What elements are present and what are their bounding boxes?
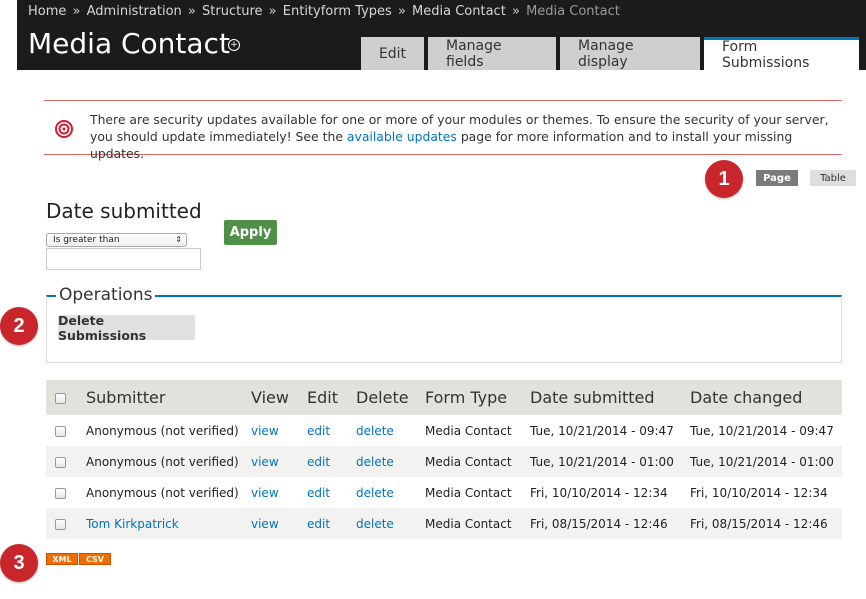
table-view-button[interactable]: Table — [810, 170, 856, 186]
breadcrumb-entityform-types[interactable]: Entityform Types — [283, 4, 392, 19]
breadcrumb-separator: » — [397, 4, 406, 19]
breadcrumb-home[interactable]: Home — [28, 4, 66, 19]
breadcrumb-separator: » — [72, 4, 81, 19]
submitter-cell: Anonymous (not verified) — [86, 485, 239, 500]
row-checkbox[interactable] — [55, 425, 66, 437]
annotation-badge-3: 3 — [0, 544, 38, 582]
delete-submissions-button[interactable]: Delete Submissions — [58, 313, 195, 343]
form-type-cell: Media Contact — [425, 516, 512, 531]
column-header-form-type[interactable]: Form Type — [425, 380, 530, 415]
edit-link[interactable]: edit — [307, 424, 330, 438]
operations-legend: Operations — [56, 285, 156, 305]
select-all-checkbox[interactable] — [55, 393, 66, 404]
operator-select-value: Is greater than — [53, 235, 120, 245]
select-arrows-icon: ⇕ — [175, 235, 182, 244]
breadcrumb-media-contact[interactable]: Media Contact — [412, 4, 506, 19]
table-row: Tom Kirkpatrick view edit delete Media C… — [46, 508, 842, 539]
date-submitted-cell: Tue, 10/21/2014 - 09:47 — [530, 423, 674, 438]
submissions-table: Submitter View Edit Delete Form Type Dat… — [46, 380, 842, 539]
row-select-cell — [46, 415, 86, 446]
breadcrumb-current: Media Contact — [526, 4, 620, 19]
operator-select[interactable]: Is greater than ⇕ — [46, 233, 187, 247]
page-view-button[interactable]: Page — [756, 170, 798, 186]
table-row: Anonymous (not verified) view edit delet… — [46, 415, 842, 446]
tab-manage-fields[interactable]: Manage fields — [428, 37, 556, 70]
column-header-view: View — [251, 388, 289, 407]
plus-circle-icon[interactable]: + — [228, 39, 240, 51]
warning-icon — [55, 120, 73, 138]
date-changed-cell: Fri, 08/15/2014 - 12:46 — [690, 516, 828, 531]
form-type-cell: Media Contact — [425, 454, 512, 469]
table-row: Anonymous (not verified) view edit delet… — [46, 446, 842, 477]
view-link[interactable]: view — [251, 424, 279, 438]
row-select-cell — [46, 508, 86, 539]
date-changed-cell: Tue, 10/21/2014 - 01:00 — [690, 454, 834, 469]
table-header-row: Submitter View Edit Delete Form Type Dat… — [46, 380, 842, 415]
row-checkbox[interactable] — [55, 487, 66, 499]
breadcrumb: Home » Administration » Structure » Enti… — [28, 4, 620, 19]
filter-label: Date submitted — [46, 199, 202, 223]
column-header-edit: Edit — [307, 388, 338, 407]
date-submitted-cell: Fri, 08/15/2014 - 12:46 — [530, 516, 668, 531]
submitter-cell: Anonymous (not verified) — [86, 454, 239, 469]
apply-button[interactable]: Apply — [224, 220, 277, 245]
date-submitted-cell: Tue, 10/21/2014 - 01:00 — [530, 454, 674, 469]
breadcrumb-separator: » — [268, 4, 277, 19]
table-row: Anonymous (not verified) view edit delet… — [46, 477, 842, 508]
breadcrumb-structure[interactable]: Structure — [202, 4, 262, 19]
breadcrumb-separator: » — [187, 4, 196, 19]
row-checkbox[interactable] — [55, 456, 66, 468]
admin-header: Home » Administration » Structure » Enti… — [17, 0, 866, 71]
delete-link[interactable]: delete — [356, 486, 394, 500]
feed-icons: XML CSV — [46, 553, 111, 565]
row-select-cell — [46, 446, 86, 477]
available-updates-link[interactable]: available updates — [347, 129, 457, 144]
column-header-delete: Delete — [356, 388, 409, 407]
date-changed-cell: Tue, 10/21/2014 - 09:47 — [690, 423, 834, 438]
form-type-cell: Media Contact — [425, 485, 512, 500]
row-select-cell — [46, 477, 86, 508]
date-value-input[interactable] — [46, 248, 201, 270]
tab-manage-display[interactable]: Manage display — [560, 37, 700, 70]
submitter-link[interactable]: Tom Kirkpatrick — [86, 517, 179, 531]
form-type-cell: Media Contact — [425, 423, 512, 438]
delete-link[interactable]: delete — [356, 517, 394, 531]
message-text: There are security updates available for… — [90, 111, 830, 162]
page-title: Media Contact — [28, 27, 230, 60]
xml-feed-icon[interactable]: XML — [46, 553, 78, 565]
view-link[interactable]: view — [251, 517, 279, 531]
tab-edit[interactable]: Edit — [361, 37, 424, 70]
view-link[interactable]: view — [251, 486, 279, 500]
column-header-submitter[interactable]: Submitter — [86, 380, 251, 415]
annotation-badge-1: 1 — [705, 160, 743, 198]
breadcrumb-administration[interactable]: Administration — [87, 4, 182, 19]
column-header-date-changed[interactable]: Date changed — [690, 380, 842, 415]
delete-link[interactable]: delete — [356, 455, 394, 469]
date-submitted-cell: Fri, 10/10/2014 - 12:34 — [530, 485, 668, 500]
delete-link[interactable]: delete — [356, 424, 394, 438]
annotation-badge-2: 2 — [0, 307, 38, 345]
breadcrumb-separator: » — [511, 4, 520, 19]
view-link[interactable]: view — [251, 455, 279, 469]
select-all-cell — [46, 380, 86, 415]
edit-link[interactable]: edit — [307, 486, 330, 500]
row-checkbox[interactable] — [55, 518, 66, 530]
security-warning-message: There are security updates available for… — [44, 100, 842, 161]
edit-link[interactable]: edit — [307, 517, 330, 531]
primary-tabs: Edit Manage fields Manage display Form S… — [361, 37, 859, 71]
submitter-cell: Anonymous (not verified) — [86, 423, 239, 438]
column-header-date-submitted[interactable]: Date submitted — [530, 380, 690, 415]
tab-form-submissions[interactable]: Form Submissions — [704, 37, 859, 71]
edit-link[interactable]: edit — [307, 455, 330, 469]
csv-feed-icon[interactable]: CSV — [79, 553, 111, 565]
date-changed-cell: Fri, 10/10/2014 - 12:34 — [690, 485, 828, 500]
